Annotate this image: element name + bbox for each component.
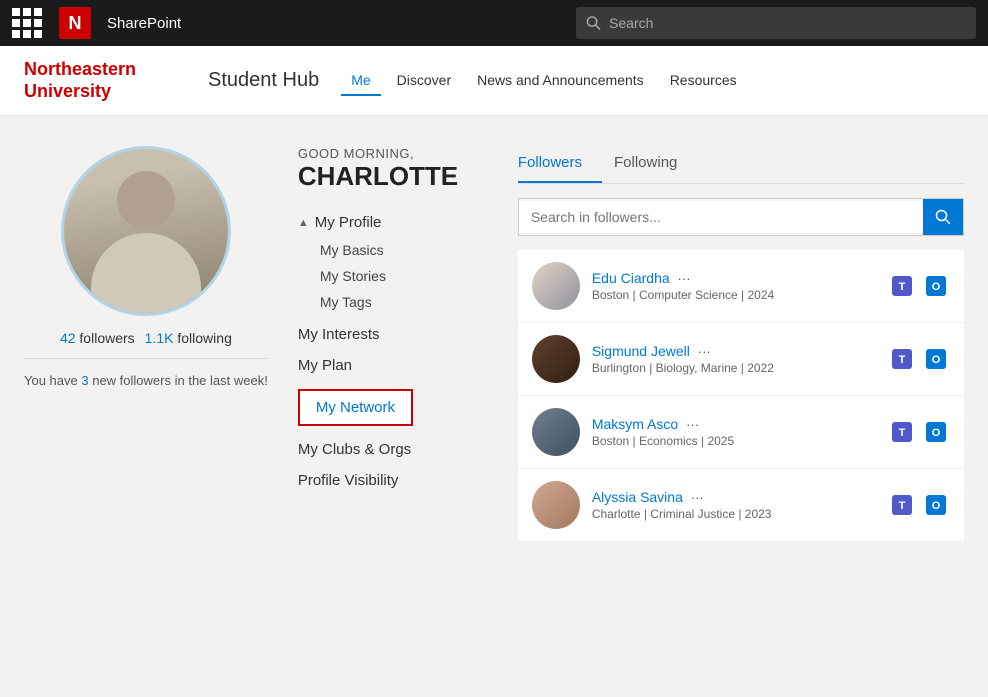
middle-panel: GOOD MORNING, CHARLOTTE ▲ My Profile My … [288,146,518,542]
university-logo: Northeastern University [24,59,184,102]
follower-avatar [532,262,580,310]
my-interests-item[interactable]: My Interests [298,319,508,350]
list-item: Sigmund Jewell ··· Burlington | Biology,… [518,323,964,396]
follower-info: Sigmund Jewell ··· Burlington | Biology,… [592,343,876,375]
follower-details: Burlington | Biology, Marine | 2022 [592,361,876,375]
followers-tabs: Followers Following [518,146,964,184]
follower-actions: T O [888,272,950,300]
main-content: 42 followers 1.1K following You have 3 n… [0,116,988,572]
profile-visibility-item[interactable]: Profile Visibility [298,465,508,496]
follower-details: Boston | Economics | 2025 [592,434,876,448]
svg-text:O: O [932,281,941,293]
my-network-item[interactable]: My Network [298,389,413,426]
my-plan-item[interactable]: My Plan [298,350,508,381]
follower-name[interactable]: Sigmund Jewell ··· [592,343,876,359]
my-tags-item[interactable]: My Tags [298,289,508,315]
main-nav: Student Hub Me Discover News and Announc… [208,66,964,96]
following-label: following [177,330,231,346]
followers-list: Edu Ciardha ··· Boston | Computer Scienc… [518,250,964,542]
svg-text:O: O [932,354,941,366]
outlook-icon[interactable]: O [922,345,950,373]
app-logo: N [59,7,91,39]
follower-more-icon[interactable]: ··· [698,344,711,359]
new-followers-notice: You have 3 new followers in the last wee… [24,371,268,391]
follower-info: Alyssia Savina ··· Charlotte | Criminal … [592,489,876,521]
my-profile-label: My Profile [315,214,382,231]
nav-me[interactable]: Me [341,66,380,96]
stats-divider [24,358,268,359]
follower-info: Edu Ciardha ··· Boston | Computer Scienc… [592,270,876,302]
new-followers-label: new followers [92,373,171,388]
teams-icon[interactable]: T [888,418,916,446]
followers-search-input[interactable] [519,201,923,233]
followers-label: followers [79,330,134,346]
outlook-icon[interactable]: O [922,418,950,446]
nav-resources[interactable]: Resources [660,66,747,96]
svg-text:T: T [899,281,906,293]
nav-news[interactable]: News and Announcements [467,66,654,96]
apps-grid-icon[interactable] [12,8,43,39]
followers-search-bar[interactable] [518,198,964,236]
search-icon [586,15,601,31]
chevron-up-icon: ▲ [298,217,309,229]
follower-name[interactable]: Edu Ciardha ··· [592,270,876,286]
my-basics-item[interactable]: My Basics [298,237,508,263]
app-name: SharePoint [107,15,566,32]
follower-details: Charlotte | Criminal Justice | 2023 [592,507,876,521]
teams-icon[interactable]: T [888,272,916,300]
follower-more-icon[interactable]: ··· [686,417,699,432]
avatar [61,146,231,316]
follower-avatar [532,335,580,383]
new-followers-suffix: in the last week! [175,373,268,388]
follower-actions: T O [888,418,950,446]
search-input[interactable] [609,15,966,31]
follower-details: Boston | Computer Science | 2024 [592,288,876,302]
topbar: N SharePoint [0,0,988,46]
my-profile-header[interactable]: ▲ My Profile [298,208,508,237]
greeting-text: GOOD MORNING, [298,146,508,161]
follower-info: Maksym Asco ··· Boston | Economics | 202… [592,416,876,448]
teams-icon[interactable]: T [888,345,916,373]
tab-following[interactable]: Following [614,146,697,183]
teams-icon[interactable]: T [888,491,916,519]
list-item: Edu Ciardha ··· Boston | Computer Scienc… [518,250,964,323]
svg-text:T: T [899,354,906,366]
follower-more-icon[interactable]: ··· [678,271,691,286]
my-stories-item[interactable]: My Stories [298,263,508,289]
my-network-wrapper: My Network [298,385,508,430]
follower-actions: T O [888,491,950,519]
follower-more-icon[interactable]: ··· [691,490,704,505]
svg-text:O: O [932,500,941,512]
left-panel: 42 followers 1.1K following You have 3 n… [24,146,288,542]
follower-avatar [532,408,580,456]
nav-discover[interactable]: Discover [387,66,461,96]
following-count[interactable]: 1.1K [145,330,174,346]
follower-actions: T O [888,345,950,373]
greeting-name: CHARLOTTE [298,161,508,192]
avatar-image [64,149,228,313]
my-clubs-item[interactable]: My Clubs & Orgs [298,434,508,465]
global-search-bar[interactable] [576,7,976,39]
followers-count[interactable]: 42 [60,330,76,346]
svg-text:T: T [899,427,906,439]
list-item: Alyssia Savina ··· Charlotte | Criminal … [518,469,964,542]
new-followers-count[interactable]: 3 [81,373,88,388]
svg-text:T: T [899,500,906,512]
follower-name[interactable]: Alyssia Savina ··· [592,489,876,505]
follower-name[interactable]: Maksym Asco ··· [592,416,876,432]
outlook-icon[interactable]: O [922,272,950,300]
profile-stats: 42 followers 1.1K following [60,330,232,346]
outlook-icon[interactable]: O [922,491,950,519]
list-item: Maksym Asco ··· Boston | Economics | 202… [518,396,964,469]
site-header: Northeastern University Student Hub Me D… [0,46,988,116]
hub-title: Student Hub [208,69,319,92]
followers-search-button[interactable] [923,199,963,235]
search-icon [935,209,951,225]
tab-followers[interactable]: Followers [518,146,602,183]
svg-text:O: O [932,427,941,439]
right-panel: Followers Following Edu Ciardha ··· Bost… [518,146,964,542]
follower-avatar [532,481,580,529]
my-profile-section: ▲ My Profile My Basics My Stories My Tag… [298,208,508,315]
